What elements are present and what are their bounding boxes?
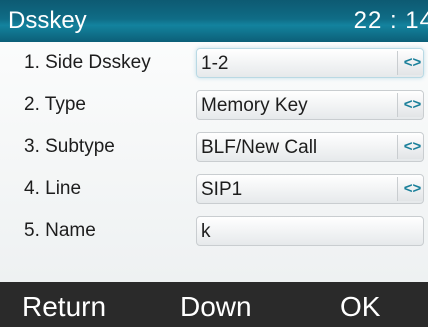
side-dsskey-label: 1. Side Dsskey (24, 52, 151, 73)
softkey-bar: Return Down OK (0, 282, 428, 327)
row-type[interactable]: 2. Type Memory Key <> (0, 84, 428, 126)
title-bar: Dsskey 22 : 14 (0, 0, 428, 42)
subtype-select[interactable]: BLF/New Call <> (196, 132, 424, 162)
subtype-label: 3. Subtype (24, 136, 115, 157)
left-right-arrows-icon[interactable]: <> (397, 93, 423, 117)
name-input[interactable]: k (196, 216, 424, 246)
name-label: 5. Name (24, 220, 96, 241)
clock: 22 : 14 (353, 7, 428, 34)
line-select[interactable]: SIP1 <> (196, 174, 424, 204)
line-label: 4. Line (24, 178, 82, 199)
return-softkey[interactable]: Return (22, 290, 106, 324)
row-subtype[interactable]: 3. Subtype BLF/New Call <> (0, 126, 428, 168)
type-value: Memory Key (201, 95, 308, 116)
row-line[interactable]: 4. Line SIP1 <> (0, 168, 428, 210)
type-select[interactable]: Memory Key <> (196, 90, 424, 120)
left-right-arrows-icon[interactable]: <> (397, 135, 423, 159)
row-side-dsskey[interactable]: 1. Side Dsskey 1-2 <> (0, 42, 428, 84)
page-title: Dsskey (8, 7, 87, 34)
phone-screen: Dsskey 22 : 14 1. Side Dsskey 1-2 <> 2. … (0, 0, 428, 327)
subtype-value: BLF/New Call (201, 137, 318, 158)
name-value: k (201, 221, 211, 242)
settings-list: 1. Side Dsskey 1-2 <> 2. Type Memory Key… (0, 42, 428, 282)
down-softkey[interactable]: Down (180, 290, 252, 324)
side-dsskey-value: 1-2 (201, 53, 229, 74)
ok-softkey[interactable]: OK (340, 290, 380, 324)
side-dsskey-select[interactable]: 1-2 <> (196, 48, 424, 78)
left-right-arrows-icon[interactable]: <> (397, 51, 423, 75)
line-value: SIP1 (201, 179, 243, 200)
row-name[interactable]: 5. Name k (0, 210, 428, 252)
type-label: 2. Type (24, 94, 86, 115)
left-right-arrows-icon[interactable]: <> (397, 177, 423, 201)
